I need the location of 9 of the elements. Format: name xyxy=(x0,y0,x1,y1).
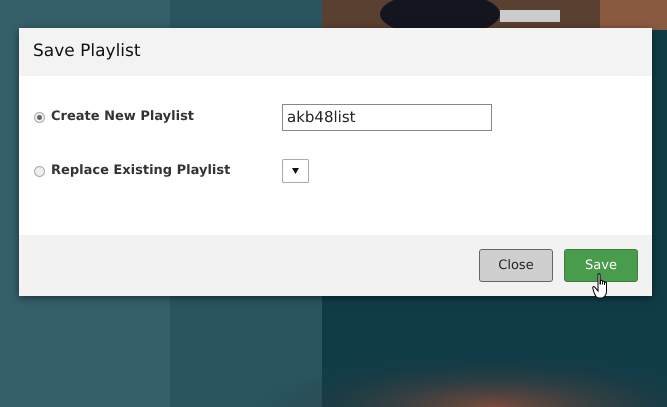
dialog-title: Save Playlist xyxy=(33,40,141,64)
radio-button[interactable] xyxy=(34,166,45,176)
option-label: Replace Existing Playlist xyxy=(51,162,230,180)
playlist-dropdown[interactable] xyxy=(282,159,309,183)
playlist-name-field[interactable]: akb48list xyxy=(282,104,492,130)
close-button[interactable]: Close xyxy=(479,249,553,282)
caret-icon xyxy=(292,168,299,174)
radio-button[interactable] xyxy=(34,112,45,122)
option-label: Create New Playlist xyxy=(51,108,194,126)
